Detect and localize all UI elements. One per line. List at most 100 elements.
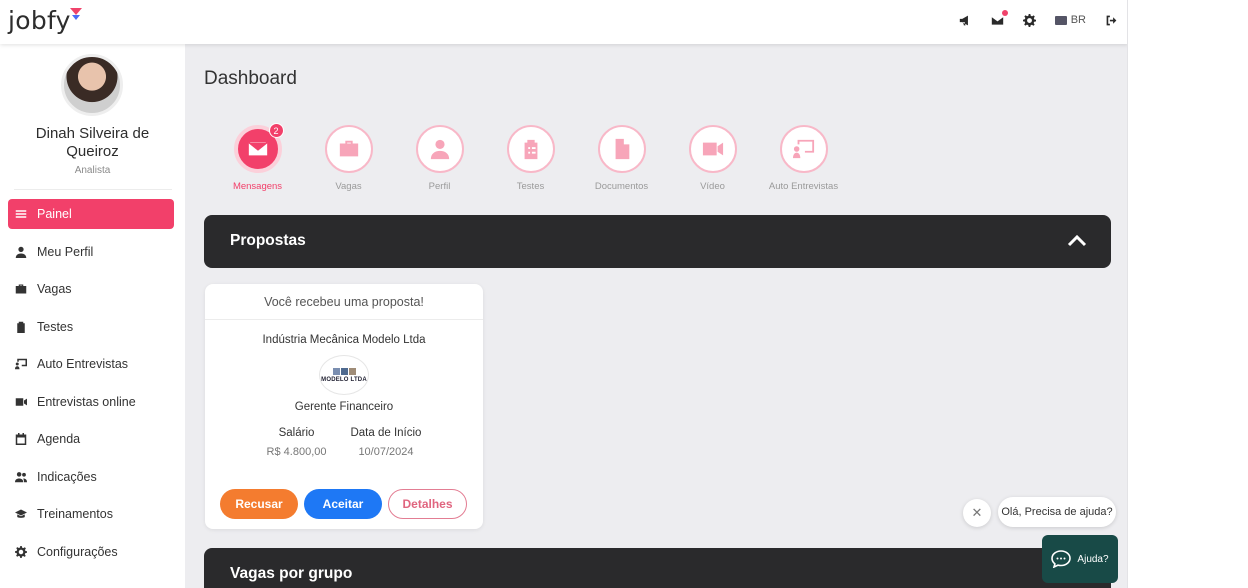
user-icon xyxy=(15,246,27,258)
gear-icon[interactable] xyxy=(1023,13,1037,27)
megaphone-icon[interactable] xyxy=(959,13,973,27)
details-button[interactable]: Detalhes xyxy=(388,489,467,519)
close-icon: ✕ xyxy=(971,505,983,520)
sidebar-item-auto-entrevistas[interactable]: Auto Entrevistas xyxy=(8,349,174,379)
sidebar-item-treinamentos[interactable]: Treinamentos xyxy=(8,499,174,529)
sidebar-item-testes[interactable]: Testes xyxy=(8,312,174,342)
sidebar-item-label: Treinamentos xyxy=(37,507,113,521)
quick-links: 2 Mensagens Vagas Perfil Testes Document… xyxy=(212,123,849,192)
panel-title: Vagas por grupo xyxy=(230,565,353,582)
video-icon xyxy=(702,142,723,156)
proposal-info: Salário R$ 4.800,00 Data de Início 10/07… xyxy=(205,427,483,458)
sidebar-item-label: Indicações xyxy=(37,469,97,484)
groups-panel-header[interactable]: Vagas por grupo xyxy=(204,548,1111,588)
quick-link-label: Vagas xyxy=(335,181,362,192)
notification-badge: 2 xyxy=(268,123,284,138)
user-name: Dinah Silveira de Queiroz xyxy=(35,125,150,160)
quick-link-mensagens[interactable]: 2 Mensagens xyxy=(212,123,303,192)
presentation-icon xyxy=(15,358,27,370)
jobfy-logo[interactable]: jobfy xyxy=(8,6,71,35)
help-button[interactable]: Ajuda? xyxy=(1042,535,1118,583)
logo-mark-icon xyxy=(70,8,82,15)
sidebar-item-painel[interactable]: Painel xyxy=(8,199,174,229)
top-actions: BR xyxy=(959,10,1118,27)
users-icon xyxy=(15,471,27,482)
chevron-up-icon[interactable] xyxy=(1067,233,1087,249)
start-date-value: 10/07/2024 xyxy=(358,446,414,458)
messages-icon[interactable] xyxy=(991,10,1008,27)
company-logo-text: MODELO LTDA xyxy=(321,376,367,383)
calendar-icon xyxy=(15,433,27,445)
quick-link-label: Mensagens xyxy=(232,181,283,192)
quick-link-video[interactable]: Vídeo xyxy=(667,125,758,192)
user-role: Analista xyxy=(74,165,111,176)
quick-link-label: Auto Entrevistas xyxy=(768,181,839,192)
salary-label: Salário xyxy=(278,427,315,439)
proposal-card: Você recebeu uma proposta! Indústria Mec… xyxy=(205,284,483,529)
sidebar: Dinah Silveira de Queiroz Analista Paine… xyxy=(0,44,185,588)
presentation-icon xyxy=(792,139,814,159)
proposal-actions: Recusar Aceitar Detalhes xyxy=(220,489,467,519)
chat-icon xyxy=(1051,550,1072,568)
sidebar-item-configuracoes[interactable]: Configurações xyxy=(8,537,174,567)
quick-link-documentos[interactable]: Documentos xyxy=(576,125,667,192)
logo-mark-icon-secondary xyxy=(72,15,80,20)
company-name: Indústria Mecânica Modelo Ltda xyxy=(262,334,426,346)
language-selector[interactable]: BR xyxy=(1054,14,1086,26)
sidebar-item-meu-perfil[interactable]: Meu Perfil xyxy=(8,237,174,267)
video-icon xyxy=(15,397,27,406)
accept-button[interactable]: Aceitar xyxy=(304,489,382,519)
gear-icon xyxy=(15,545,27,558)
sidebar-item-vagas[interactable]: Vagas xyxy=(8,274,174,304)
sidebar-menu: Painel Meu Perfil Vagas Testes Auto Entr… xyxy=(8,199,174,574)
logout-icon[interactable] xyxy=(1104,13,1118,27)
sidebar-divider xyxy=(14,189,172,190)
flag-icon xyxy=(1054,15,1067,25)
notification-dot xyxy=(1001,10,1008,16)
company-logo: MODELO LTDA xyxy=(319,355,369,395)
salary-value: R$ 4.800,00 xyxy=(266,446,327,458)
menu-icon xyxy=(15,210,27,218)
sidebar-item-agenda[interactable]: Agenda xyxy=(8,424,174,454)
top-bar: jobfy BR xyxy=(0,0,1127,44)
sidebar-item-indicacoes[interactable]: Indicações xyxy=(8,462,174,492)
reject-button[interactable]: Recusar xyxy=(220,489,298,519)
quick-link-perfil[interactable]: Perfil xyxy=(394,125,485,192)
help-bubble[interactable]: Olá, Precisa de ajuda? xyxy=(998,497,1116,527)
quick-link-label: Documentos xyxy=(594,181,649,192)
clipboard-icon xyxy=(524,139,537,160)
quick-link-auto-entrevistas[interactable]: Auto Entrevistas xyxy=(758,125,849,192)
sidebar-item-label: Meu Perfil xyxy=(37,244,94,259)
sidebar-item-entrevistas-online[interactable]: Entrevistas online xyxy=(8,387,174,417)
sidebar-item-label: Configurações xyxy=(37,544,118,559)
sidebar-item-label: Agenda xyxy=(37,432,81,446)
quick-link-testes[interactable]: Testes xyxy=(485,125,576,192)
job-title: Gerente Financeiro xyxy=(294,401,394,413)
close-help-button[interactable]: ✕ xyxy=(963,499,991,527)
sidebar-item-label: Vagas xyxy=(37,282,72,296)
proposals-panel-header[interactable]: Propostas xyxy=(204,215,1111,268)
language-label: BR xyxy=(1070,14,1086,26)
briefcase-icon xyxy=(15,284,27,294)
quick-link-vagas[interactable]: Vagas xyxy=(303,125,394,192)
start-date-label: Data de Início xyxy=(350,427,422,439)
proposal-heading: Você recebeu uma proposta! xyxy=(205,284,483,320)
clipboard-icon xyxy=(17,321,25,333)
user-icon xyxy=(430,139,449,160)
sidebar-item-label: Testes xyxy=(37,319,74,334)
document-icon xyxy=(615,138,629,160)
sidebar-item-label: Auto Entrevistas xyxy=(37,357,129,371)
envelope-icon xyxy=(247,142,268,156)
sidebar-item-label: Entrevistas online xyxy=(37,394,136,409)
page-title: Dashboard xyxy=(204,68,297,89)
briefcase-icon xyxy=(339,140,358,157)
quick-link-label: Vídeo xyxy=(700,181,725,192)
quick-link-label: Testes xyxy=(516,181,545,192)
graduation-cap-icon xyxy=(15,509,27,518)
help-button-label: Ajuda? xyxy=(1077,553,1109,565)
app-window: jobfy BR Dinah Silveira de Queiroz Anali… xyxy=(0,0,1128,588)
sidebar-item-label: Painel xyxy=(37,207,72,221)
quick-link-label: Perfil xyxy=(428,181,451,192)
avatar[interactable] xyxy=(61,54,123,116)
panel-title: Propostas xyxy=(230,232,306,249)
